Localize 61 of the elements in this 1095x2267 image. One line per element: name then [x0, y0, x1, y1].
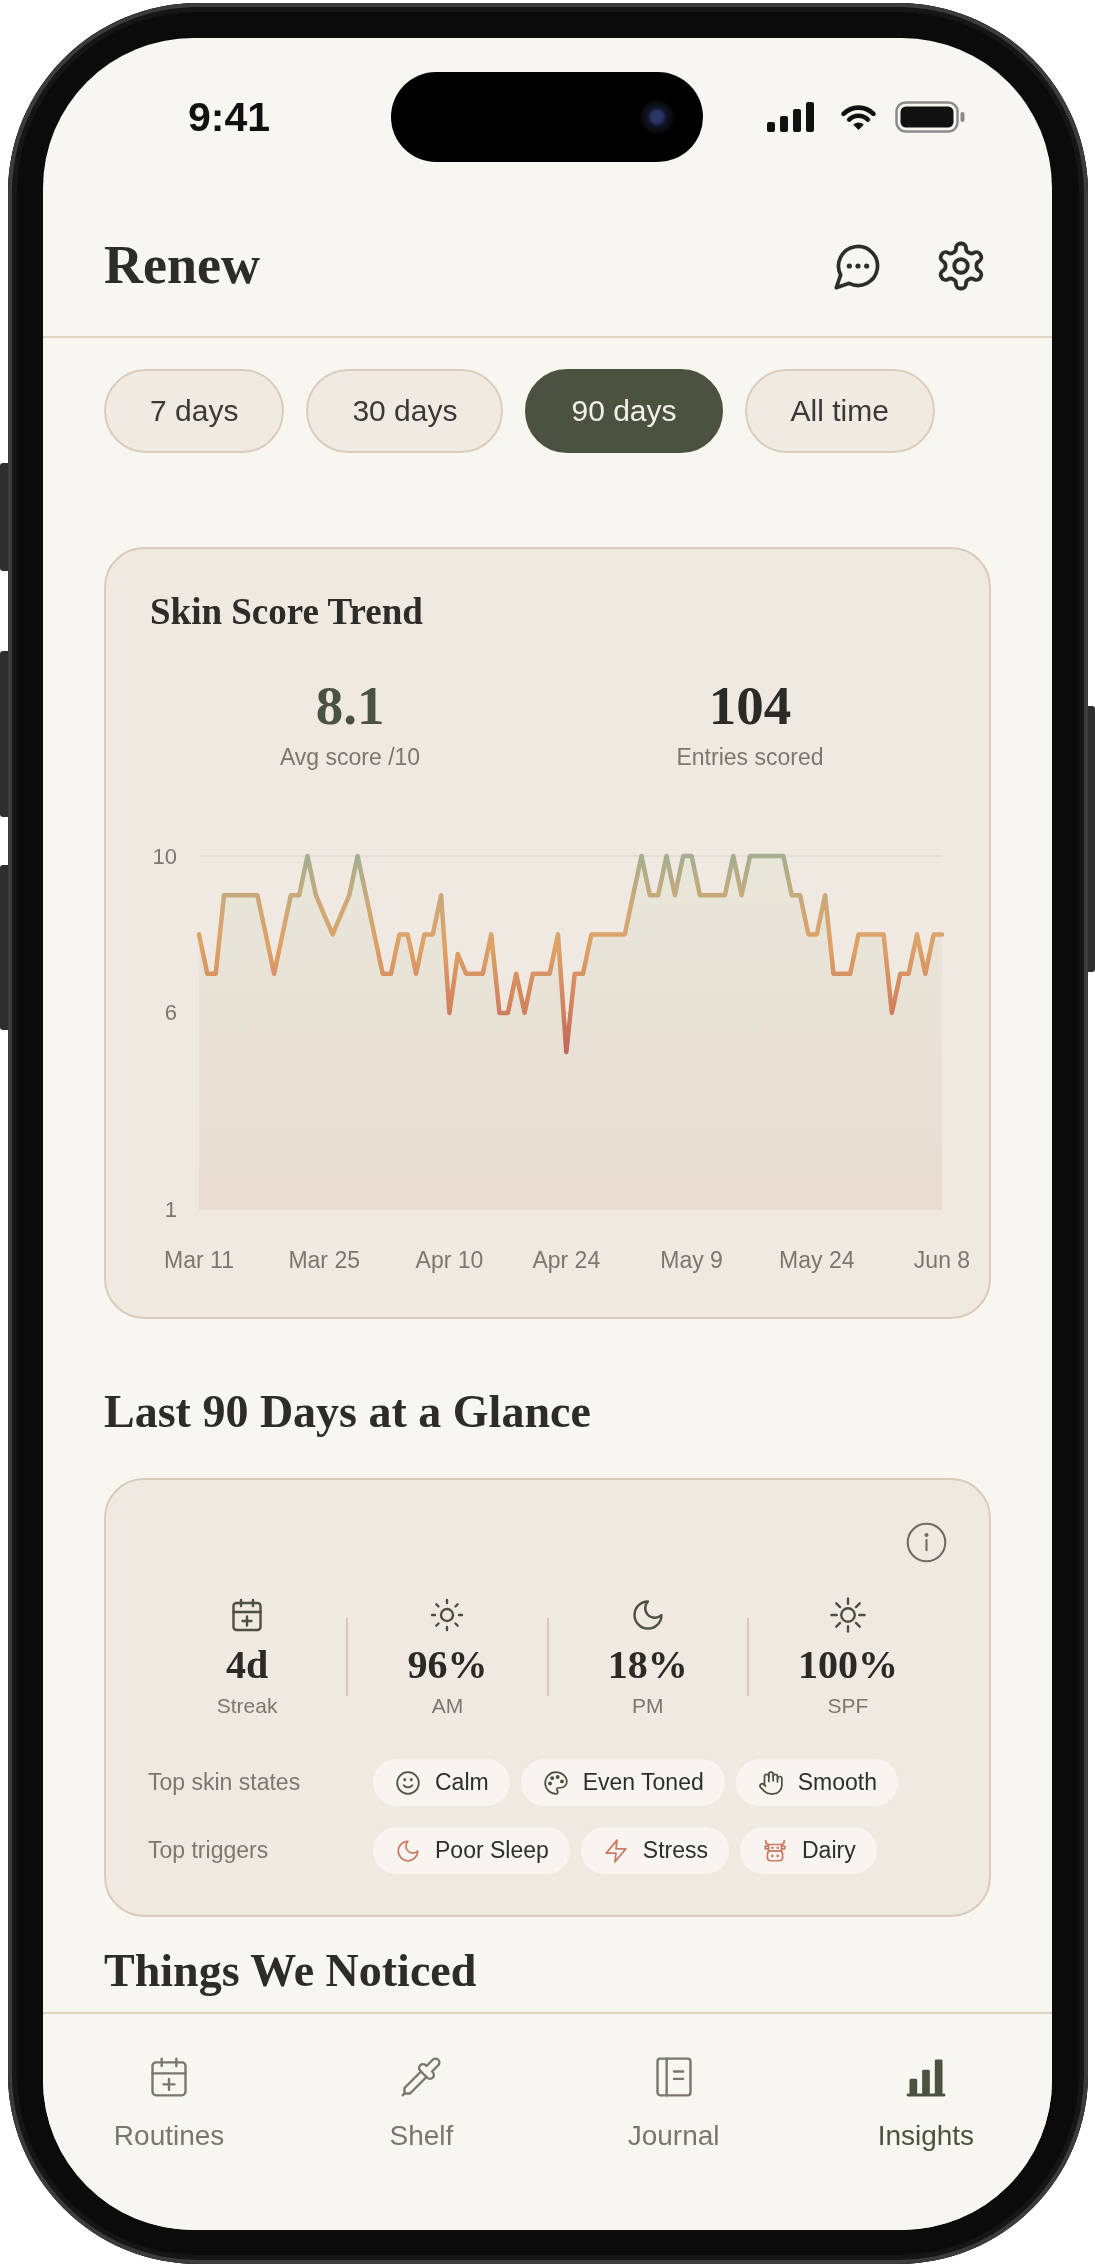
side-button[interactable] [0, 865, 8, 1030]
stat-label: AM [431, 1693, 464, 1719]
hand-icon [757, 1769, 784, 1796]
stat-label: Entries scored [676, 743, 824, 771]
nav-tab[interactable]: Routines [113, 2055, 225, 2153]
stat-label: Avg score /10 [279, 743, 421, 771]
tag-label: Dairy [802, 1837, 856, 1864]
x-axis-label: Mar 25 [288, 1247, 360, 1273]
stat-value: 4d [226, 1643, 269, 1687]
tag-label: Even Toned [582, 1769, 704, 1796]
stat-value: 96% [407, 1643, 488, 1687]
tag-label: Stress [642, 1837, 708, 1864]
stat-label: PM [631, 1693, 664, 1719]
app-title: Renew [104, 236, 260, 296]
y-axis-label: 6 [164, 1000, 177, 1026]
x-axis-label: Apr 10 [415, 1247, 484, 1273]
stat-value: 8.1 [315, 676, 385, 736]
battery-icon [895, 101, 966, 133]
stat-label: Streak [216, 1693, 278, 1719]
stat-value: 104 [708, 676, 792, 736]
dropper-icon [399, 2055, 444, 2099]
side-button[interactable] [1088, 706, 1095, 972]
y-axis-label: 1 [164, 1196, 177, 1222]
row-label: Top triggers [148, 1837, 269, 1864]
side-button[interactable] [0, 463, 8, 571]
signal-icon [767, 102, 815, 132]
wifi-icon [839, 103, 878, 131]
range-tab[interactable]: 7 days [104, 369, 285, 453]
moon-icon [395, 1837, 421, 1864]
sun-icon [429, 1597, 466, 1633]
x-axis-label: May 24 [779, 1247, 855, 1273]
section-heading: Things We Noticed [104, 1944, 477, 1998]
cow-icon [762, 1837, 788, 1864]
x-axis-label: Apr 24 [532, 1247, 601, 1273]
stat-value: 18% [607, 1643, 688, 1687]
section-heading: Last 90 Days at a Glance [104, 1385, 591, 1439]
y-axis-label: 10 [152, 843, 177, 869]
nav-tab[interactable]: Insights [877, 2055, 975, 2153]
x-axis-label: May 9 [660, 1247, 723, 1273]
row-label: Top skin states [148, 1769, 301, 1796]
x-axis-label: Jun 8 [913, 1247, 971, 1273]
tag-label: Smooth [797, 1769, 877, 1796]
tag-label: Calm [435, 1769, 489, 1796]
range-tab[interactable]: All time [744, 369, 935, 453]
x-axis-label: Mar 11 [164, 1247, 234, 1273]
palette-icon [542, 1769, 569, 1796]
tag-label: Poor Sleep [435, 1837, 549, 1864]
sun-icon [829, 1597, 866, 1633]
lightning-bolt-icon [602, 1837, 629, 1864]
info-icon[interactable] [906, 1522, 947, 1563]
stat-value: 100% [797, 1643, 898, 1687]
range-tab[interactable]: 90 days [525, 369, 723, 453]
nav-tab[interactable]: Shelf [389, 2055, 454, 2153]
smiley-face-icon [395, 1769, 421, 1796]
side-button[interactable] [0, 651, 8, 817]
card-title: Skin Score Trend [150, 590, 423, 634]
status-time: 9:41 [188, 96, 271, 138]
range-tab[interactable]: 30 days [306, 369, 504, 453]
camera-lens-icon [640, 100, 674, 134]
stat-label: SPF [827, 1693, 869, 1719]
nav-tab[interactable]: Journal [627, 2055, 720, 2153]
